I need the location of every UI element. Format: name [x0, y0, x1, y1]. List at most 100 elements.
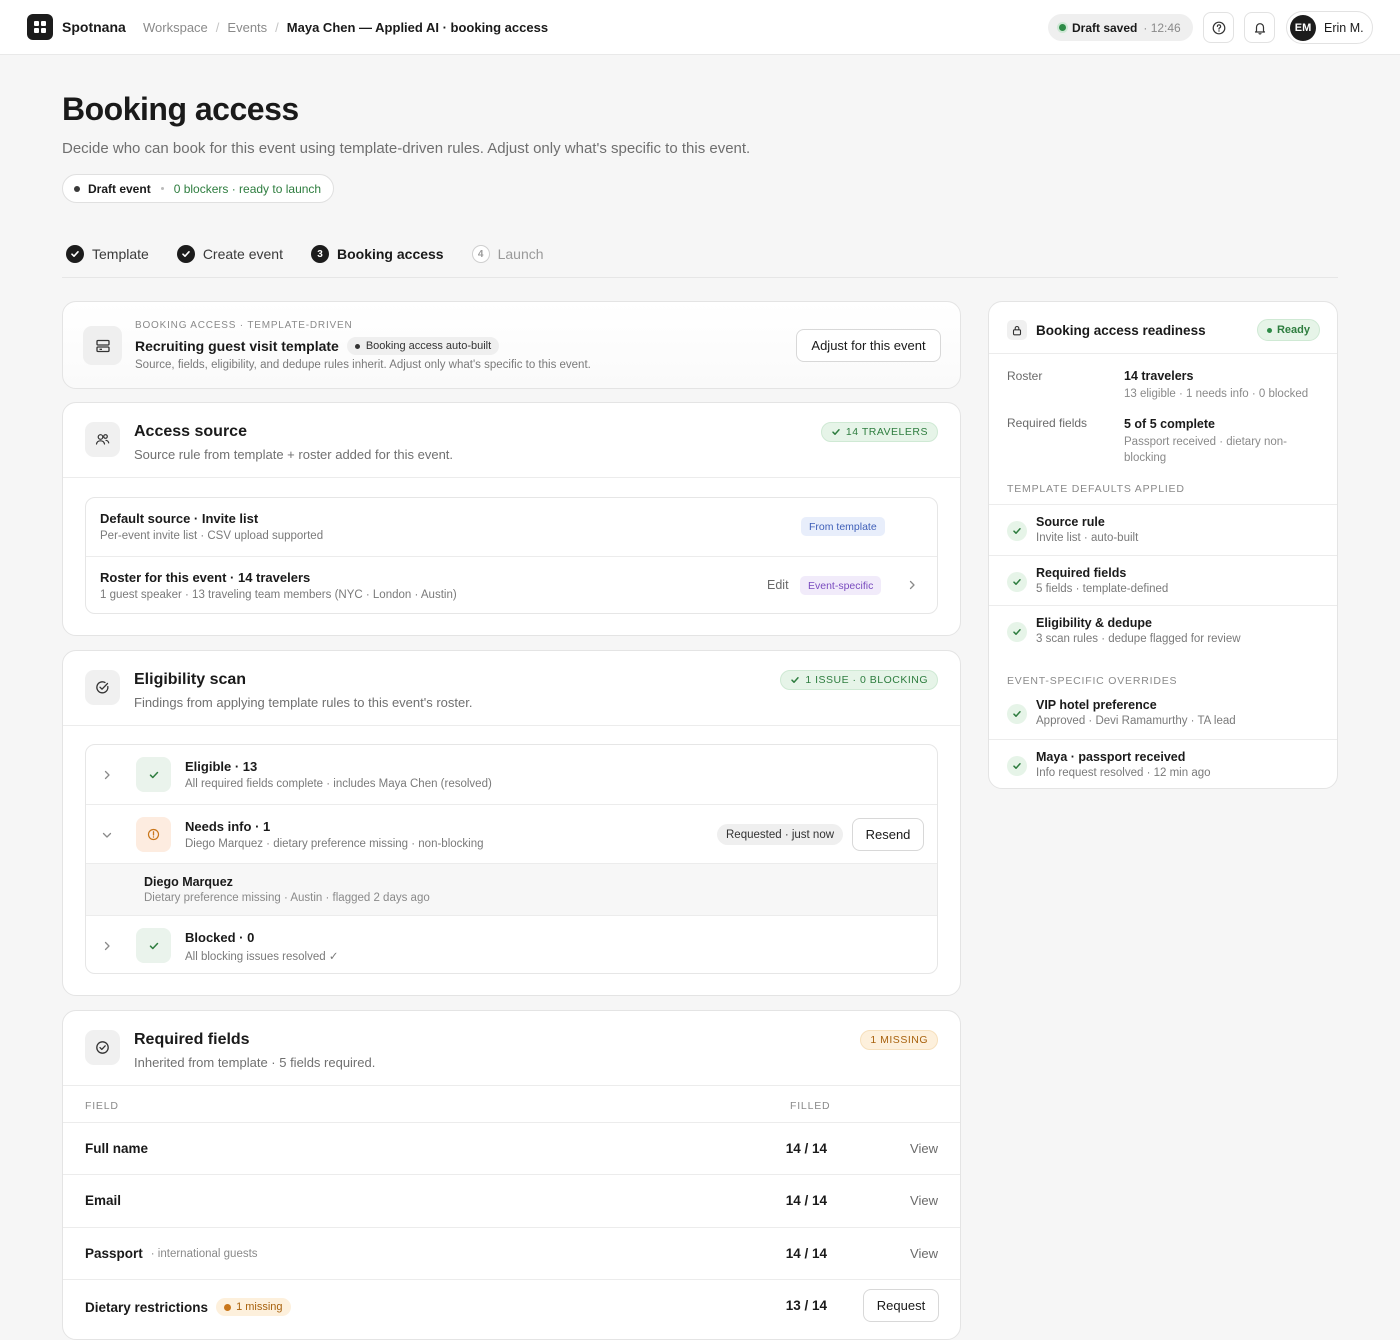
event-specific-tag: Event-specific	[800, 576, 882, 595]
breadcrumb-events[interactable]: Events	[227, 20, 267, 35]
view-link[interactable]: View	[910, 1141, 938, 1156]
issue-badge: 1 ISSUE · 0 BLOCKING	[780, 670, 938, 690]
needs-info-row[interactable]: Needs info · 1 Diego Marquez · dietary p…	[86, 804, 937, 863]
roster-row[interactable]: Roster for this event · 14 travelers 1 g…	[86, 556, 937, 613]
required-fields-card: Required fields Inherited from template …	[62, 1010, 961, 1340]
readiness-card: Booking access readiness Ready Roster 14…	[988, 301, 1338, 789]
field-name: Dietary restrictions 1 missing	[85, 1298, 291, 1316]
item-title: VIP hotel preference	[1036, 698, 1157, 712]
field-name-label: Full name	[85, 1141, 149, 1156]
check-icon	[1007, 756, 1027, 776]
row-title: Eligible · 13	[185, 759, 258, 774]
check-icon	[1007, 622, 1027, 642]
item-title: Required fields	[1036, 566, 1127, 580]
event-status-note: 0 blockers · ready to launch	[173, 181, 322, 196]
check-circle-icon	[85, 1030, 120, 1065]
alert-icon	[136, 817, 171, 852]
table-row: Dietary restrictions 1 missing 13 / 14 Re…	[63, 1280, 960, 1332]
adjust-for-event-button[interactable]: Adjust for this event	[796, 329, 941, 362]
field-note: · international guests	[150, 1247, 258, 1260]
overrides-heading: EVENT-SPECIFIC OVERRIDES	[1007, 675, 1178, 687]
readiness-header: Booking access readiness Ready	[989, 302, 1337, 354]
row-subtitle: Per-event invite list · CSV upload suppo…	[100, 530, 324, 542]
step-create-event[interactable]: Create event	[176, 245, 283, 263]
field-filled: 14 / 14	[785, 1141, 827, 1156]
row-subtitle: Diego Marquez · dietary preference missi…	[185, 838, 484, 850]
fields-key: Required fields	[1007, 416, 1088, 430]
section-title: Eligibility scan	[134, 671, 247, 688]
user-name: Erin M.	[1324, 20, 1364, 35]
scan-check-icon	[85, 670, 120, 705]
page-title: Booking access	[62, 91, 299, 127]
missing-badge: 1 MISSING	[860, 1030, 938, 1050]
view-link[interactable]: View	[910, 1246, 938, 1261]
badge-label: 14 TRAVELERS	[845, 426, 928, 438]
missing-label: 1 missing	[236, 1301, 283, 1313]
item-title: Eligibility & dedupe	[1036, 616, 1152, 630]
ready-badge: Ready	[1256, 319, 1320, 341]
field-filled: 13 / 14	[785, 1298, 827, 1313]
notifications-button[interactable]	[1244, 12, 1275, 43]
fields-value: 5 of 5 complete	[1124, 417, 1215, 431]
from-template-tag: From template	[801, 517, 885, 536]
user-menu[interactable]: EM Erin M.	[1286, 11, 1373, 44]
edit-roster-link[interactable]: Edit	[767, 578, 789, 592]
override-item: VIP hotel preference Approved · Devi Ram…	[989, 688, 1337, 739]
override-item: Maya · passport received Info request re…	[989, 739, 1337, 788]
item-title: Source rule	[1036, 515, 1105, 529]
row-subtitle: All required fields complete · includes …	[185, 778, 492, 790]
chevron-right-icon	[909, 580, 915, 590]
view-link[interactable]: View	[910, 1193, 938, 1208]
field-name: Passport · international guests	[85, 1246, 258, 1261]
row-title: Needs info · 1	[185, 819, 271, 834]
auto-built-chip: Booking access auto-built	[346, 337, 500, 355]
draft-saved-label: Draft saved	[1072, 20, 1138, 35]
check-icon	[176, 245, 195, 263]
field-name-label: Passport	[85, 1246, 143, 1261]
roster-key: Roster	[1007, 369, 1043, 383]
item-subtitle: 3 scan rules · dedupe flagged for review	[1036, 633, 1241, 645]
table-row: Passport · international guests 14 / 14 V…	[63, 1228, 960, 1280]
access-source-card: Access source Source rule from template …	[62, 402, 961, 636]
breadcrumb-separator: /	[215, 20, 220, 35]
field-filled: 14 / 14	[785, 1193, 827, 1208]
section-header: Required fields Inherited from template …	[63, 1011, 960, 1086]
status-dot-icon	[1059, 24, 1066, 31]
template-card: BOOKING ACCESS · TEMPLATE-DRIVEN Recruit…	[62, 301, 961, 389]
step-launch[interactable]: 4 Launch	[471, 245, 544, 263]
eligible-row[interactable]: Eligible · 13 All required fields comple…	[86, 745, 937, 804]
detail-subtitle: Dietary preference missing · Austin · fl…	[144, 892, 430, 904]
stepper: Template Create event 3 Booking access 4…	[66, 245, 572, 263]
status-dot-icon	[1266, 327, 1272, 333]
breadcrumb-workspace[interactable]: Workspace	[143, 20, 208, 35]
row-subtitle: 1 guest speaker · 13 traveling team memb…	[100, 589, 457, 601]
section-subtitle: Findings from applying template rules to…	[134, 695, 473, 710]
detail-name: Diego Marquez	[144, 875, 233, 889]
section-subtitle: Inherited from template · 5 fields requi…	[134, 1055, 376, 1070]
request-button[interactable]: Request	[863, 1289, 939, 1322]
row-title: Roster for this event · 14 travelers	[100, 570, 311, 585]
roster-value: 14 travelers	[1124, 369, 1194, 383]
separator-dot	[160, 187, 164, 190]
table-header: FIELD FILLED	[63, 1087, 960, 1123]
check-icon	[791, 677, 800, 683]
step-booking-access[interactable]: 3 Booking access	[310, 245, 444, 263]
table-row: Email 14 / 14 View	[63, 1175, 960, 1228]
step-number: 4	[471, 245, 490, 263]
field-name: Email	[85, 1193, 121, 1208]
resend-button[interactable]: Resend	[852, 818, 924, 851]
section-title: Access source	[134, 423, 247, 440]
status-dot-icon	[74, 185, 80, 192]
step-template[interactable]: Template	[66, 245, 149, 263]
page-subtitle: Decide who can book for this event using…	[62, 140, 751, 157]
check-icon	[66, 245, 84, 263]
help-button[interactable]	[1203, 12, 1234, 43]
roster-sub: 13 eligible · 1 needs info · 0 blocked	[1124, 388, 1309, 400]
field-name: Full name	[85, 1141, 148, 1156]
template-title-row: Recruiting guest visit template Booking …	[135, 337, 500, 355]
eligibility-card: Eligibility scan Findings from applying …	[62, 650, 961, 996]
section-title: Required fields	[134, 1031, 250, 1048]
blocked-row[interactable]: Blocked · 0 All blocking issues resolved…	[86, 915, 937, 973]
section-subtitle: Source rule from template + roster added…	[134, 447, 454, 462]
app-logo-icon[interactable]	[27, 14, 53, 40]
